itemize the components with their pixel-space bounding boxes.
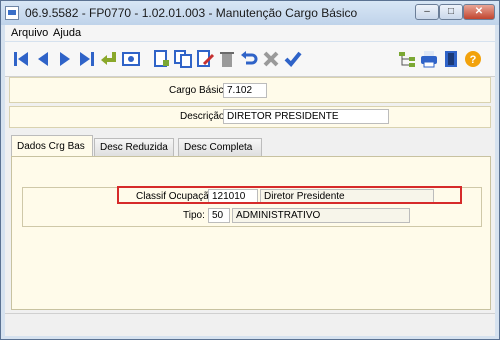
maximize-button[interactable]: □	[439, 4, 463, 20]
close-button[interactable]: ✕	[463, 4, 495, 20]
highlight-box	[117, 186, 462, 204]
window-title: 06.9.5582 - FP0770 - 1.02.01.003 - Manut…	[25, 6, 358, 20]
descricao-label: Descrição:	[180, 111, 228, 122]
new-record-icon[interactable]	[151, 49, 171, 69]
cargo-basico-field[interactable]: 7.102	[223, 83, 267, 98]
previous-record-icon[interactable]	[33, 49, 53, 69]
menu-arquivo[interactable]: Arquivo	[11, 27, 48, 39]
next-record-icon[interactable]	[55, 49, 75, 69]
title-bar: 06.9.5582 - FP0770 - 1.02.01.003 - Manut…	[1, 1, 499, 25]
first-record-icon[interactable]	[11, 49, 31, 69]
app-icon	[5, 6, 19, 20]
tipo-desc-field: ADMINISTRATIVO	[232, 208, 410, 223]
copy-icon[interactable]	[173, 49, 193, 69]
svg-text:?: ?	[470, 54, 477, 66]
print-icon[interactable]	[419, 49, 439, 69]
tipo-code-field[interactable]: 50	[208, 208, 230, 223]
application-window: 06.9.5582 - FP0770 - 1.02.01.003 - Manut…	[0, 0, 500, 340]
menu-ajuda[interactable]: Ajuda	[53, 27, 81, 39]
delete-icon[interactable]	[217, 49, 237, 69]
descricao-field[interactable]: DIRETOR PRESIDENTE	[223, 109, 389, 124]
edit-icon[interactable]	[195, 49, 215, 69]
undo-icon[interactable]	[239, 49, 259, 69]
tab-panel-dados: Classif Ocupação: 121010 Diretor Preside…	[11, 156, 491, 310]
form-content: Cargo Básico: 7.102 Descrição: DIRETOR P…	[5, 77, 495, 335]
tipo-label: Tipo:	[183, 210, 205, 221]
exit-icon[interactable]	[441, 49, 461, 69]
toolbar: ?	[5, 42, 495, 77]
menu-bar: Arquivo Ajuda	[5, 25, 495, 41]
confirm-icon[interactable]	[283, 49, 303, 69]
tree-icon[interactable]	[397, 49, 417, 69]
descricao-panel: Descrição: DIRETOR PRESIDENTE	[9, 106, 491, 128]
cargo-basico-panel: Cargo Básico: 7.102	[9, 77, 491, 103]
return-icon[interactable]	[99, 49, 119, 69]
tab-dados-crg-bas[interactable]: Dados Crg Bas	[11, 135, 93, 157]
tab-desc-completa[interactable]: Desc Completa	[178, 138, 262, 156]
view-icon[interactable]	[121, 49, 141, 69]
tab-desc-reduzida[interactable]: Desc Reduzida	[94, 138, 174, 156]
last-record-icon[interactable]	[77, 49, 97, 69]
minimize-button[interactable]: –	[415, 4, 439, 20]
status-bar	[5, 313, 495, 336]
cancel-icon[interactable]	[261, 49, 281, 69]
tab-strip: Dados Crg Bas Desc Reduzida Desc Complet…	[11, 135, 491, 157]
help-icon[interactable]: ?	[463, 49, 483, 69]
